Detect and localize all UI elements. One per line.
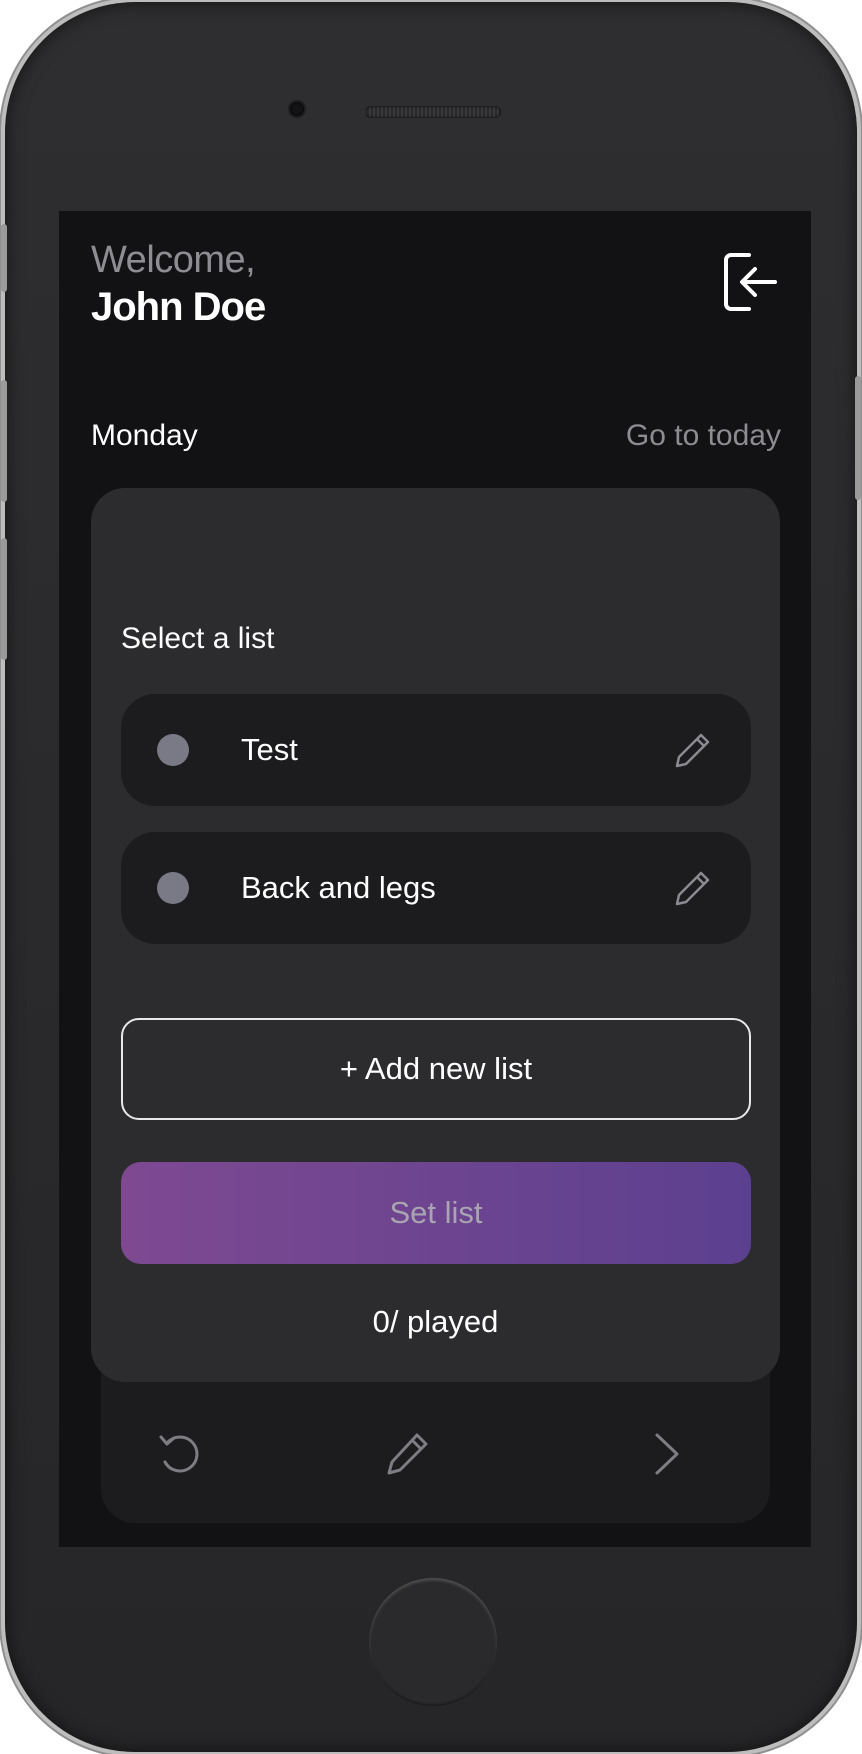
- logout-icon[interactable]: [723, 251, 779, 313]
- add-new-list-button[interactable]: + Add new list: [121, 1018, 751, 1120]
- list-item-label: Test: [241, 732, 298, 767]
- chevron-right-icon[interactable]: [641, 1429, 691, 1479]
- pencil-icon[interactable]: [673, 730, 713, 770]
- user-name: John Doe: [91, 285, 266, 329]
- list-item[interactable]: Back and legs: [121, 832, 751, 944]
- undo-icon[interactable]: [155, 1429, 205, 1479]
- pencil-icon[interactable]: [673, 868, 713, 908]
- welcome-text: Welcome,: [91, 239, 256, 281]
- volume-up-button: [1, 380, 7, 502]
- power-button: [855, 376, 861, 500]
- list-item[interactable]: Test: [121, 694, 751, 806]
- mute-switch: [1, 224, 7, 292]
- day-label: Monday: [91, 419, 198, 452]
- app-screen: Welcome, John Doe Monday Go to today Sel…: [59, 211, 811, 1547]
- card-title: Select a list: [121, 622, 275, 655]
- pencil-icon[interactable]: [383, 1429, 433, 1479]
- list-item-label: Back and legs: [241, 870, 436, 905]
- radio-dot[interactable]: [157, 872, 189, 904]
- volume-down-button: [1, 538, 7, 660]
- go-to-today-link[interactable]: Go to today: [626, 419, 781, 453]
- earpiece-speaker: [365, 106, 501, 118]
- played-count: 0/ played: [372, 1304, 499, 1339]
- list-selection-card: Select a list Test Back and legs + Add n…: [91, 488, 780, 1382]
- front-camera: [290, 102, 304, 116]
- set-list-button[interactable]: Set list: [121, 1162, 751, 1264]
- radio-dot[interactable]: [157, 734, 189, 766]
- phone-frame: Welcome, John Doe Monday Go to today Sel…: [1, 2, 861, 1752]
- home-button[interactable]: [369, 1578, 497, 1706]
